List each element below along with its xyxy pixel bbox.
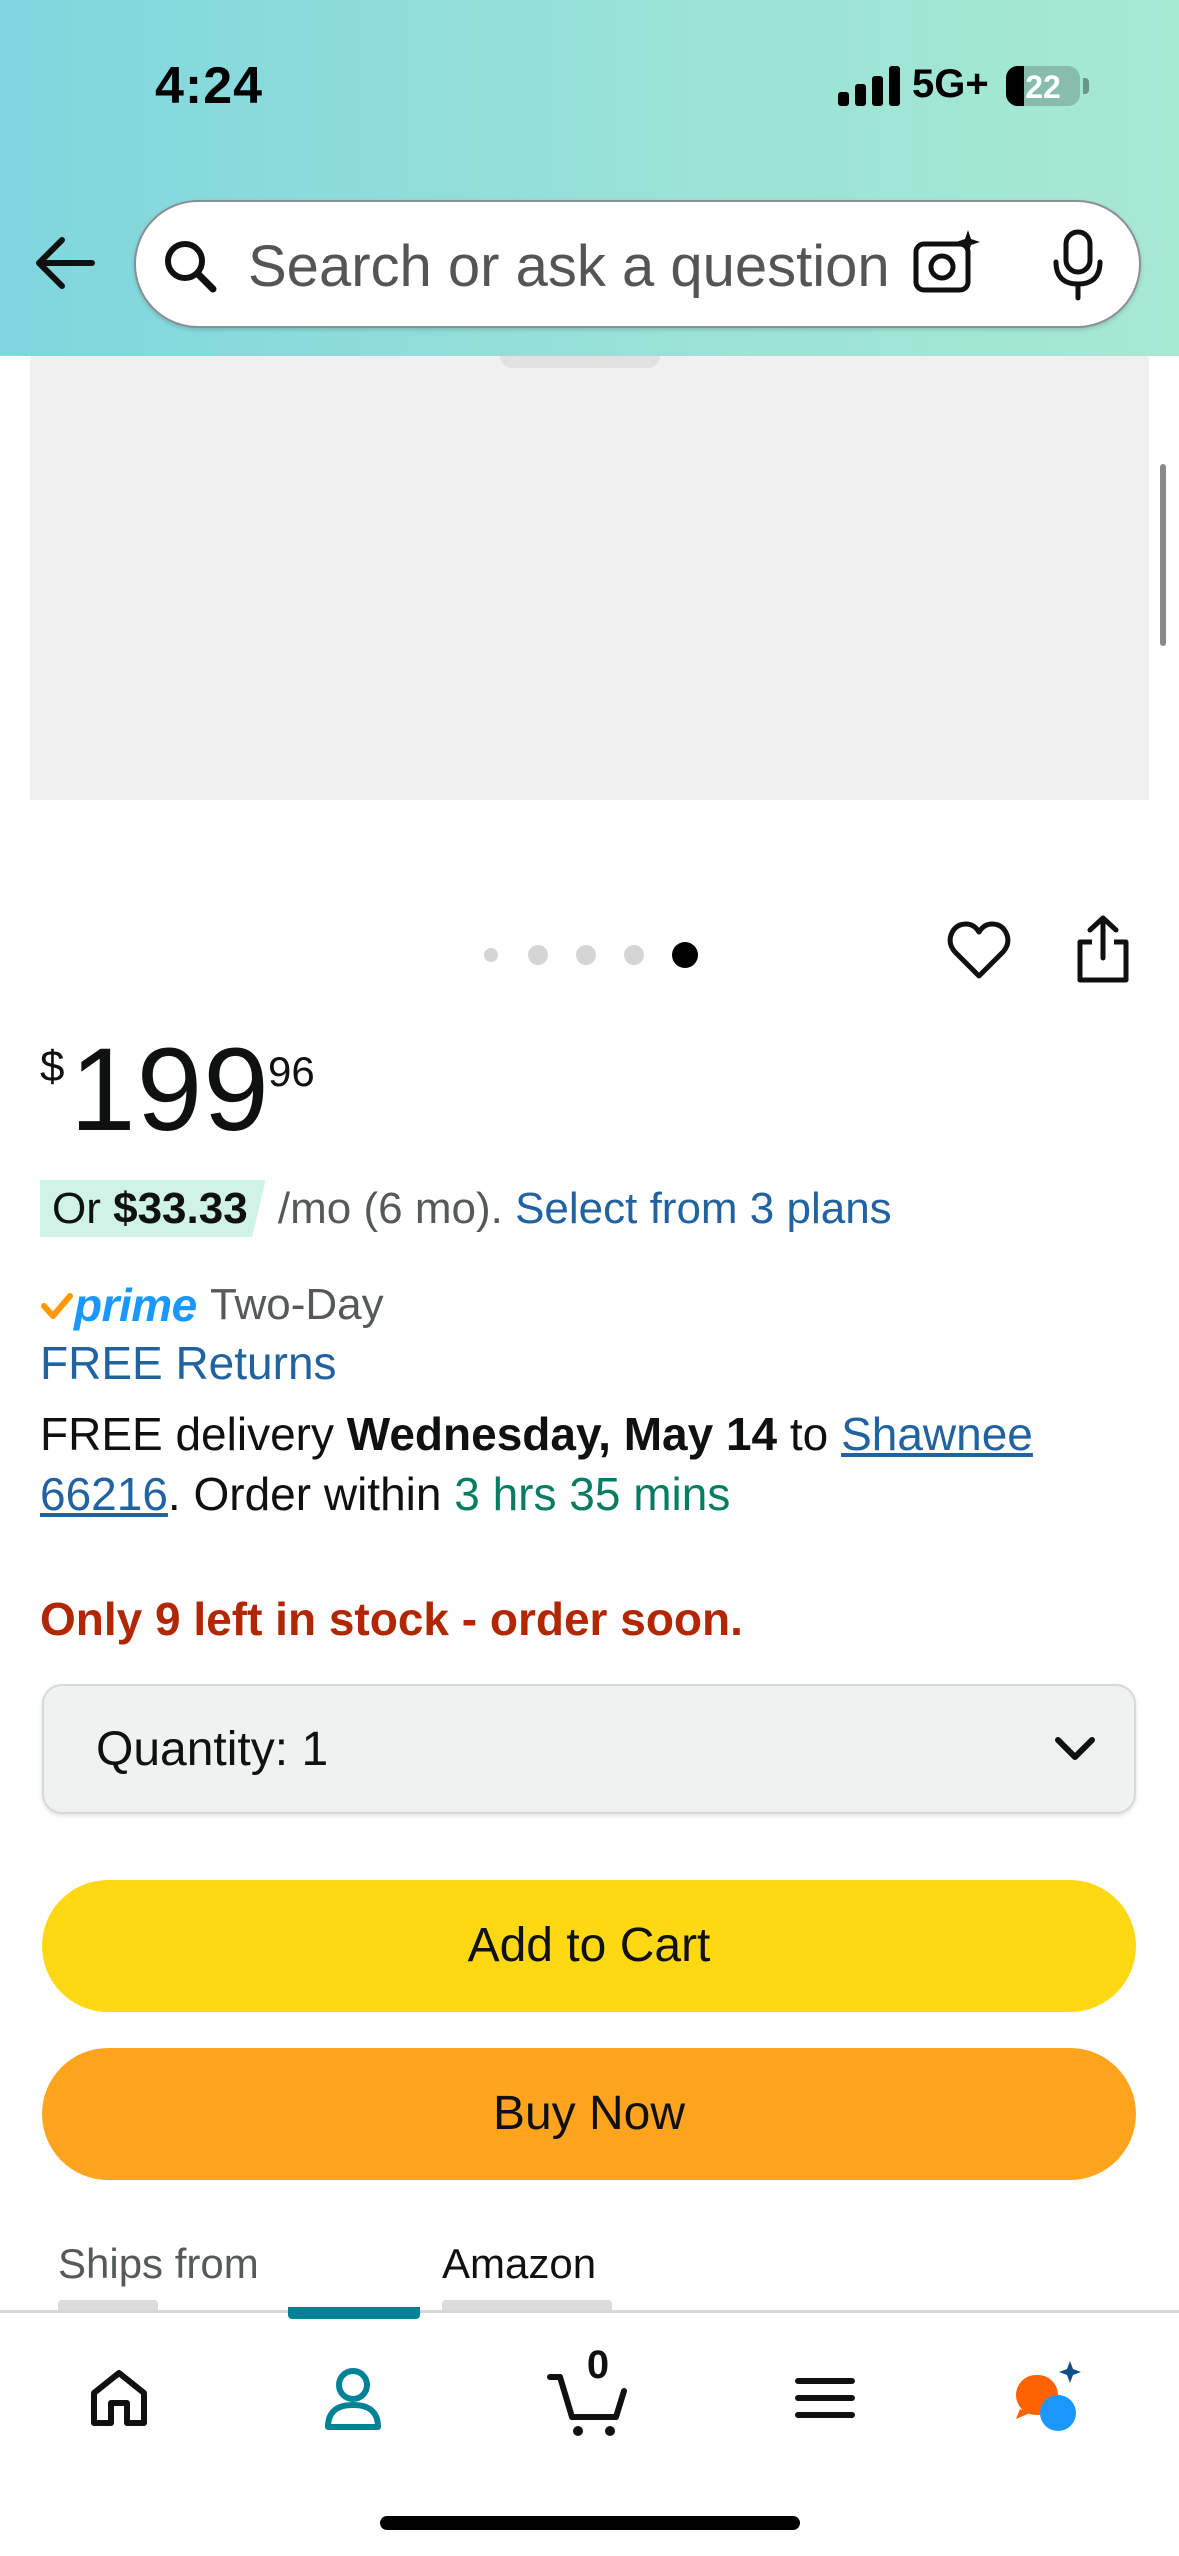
delivery-to: to [777,1408,842,1460]
top-header: 4:24 5G+ 22 [0,0,1179,356]
ships-from-value: Amazon [442,2240,597,2287]
order-countdown: 3 hrs 35 mins [454,1468,731,1520]
carousel-dot[interactable] [528,945,548,965]
battery-icon: 22 [1006,66,1080,106]
search-icon[interactable] [162,238,218,294]
share-icon[interactable] [1070,914,1136,986]
free-returns-link[interactable]: FREE Returns [40,1336,337,1390]
ships-from-label: Ships from [58,2240,259,2287]
carousel-dot[interactable] [624,945,644,965]
cellular-signal-icon [838,66,900,106]
installment-amount: $33.33 [113,1184,248,1233]
add-to-cart-button[interactable]: Add to Cart [42,1880,1136,2012]
carousel-dot[interactable] [576,945,596,965]
delivery-date: Wednesday, May 14 [346,1408,778,1460]
rufus-assistant-icon[interactable] [1010,2353,1100,2443]
home-icon[interactable] [74,2353,164,2443]
carousel-dot-active[interactable] [672,942,698,968]
quantity-value: 1 [301,1723,329,1776]
active-tab-indicator [288,2307,420,2319]
battery-nub [1083,78,1089,94]
back-arrow-icon[interactable] [32,230,98,296]
quantity-dropdown[interactable]: Quantity: 1 [42,1684,1136,1814]
installment-highlight: Or $33.33 [40,1180,266,1237]
prime-speed: Two-Day [210,1280,384,1329]
order-within-prefix: . Order within [167,1468,455,1520]
price-currency-symbol: $ [40,1042,65,1091]
search-bar[interactable] [134,200,1141,328]
installment-offer: Or $33.33 /mo (6 mo). Select from 3 plan… [40,1180,892,1237]
visual-search-camera-icon[interactable] [912,228,982,298]
quantity-label-group: Quantity: 1 [96,1722,328,1777]
quantity-label: Quantity: [96,1723,289,1776]
installment-prefix: Or [52,1184,114,1233]
heart-icon[interactable] [946,918,1012,984]
price-fraction: 96 [268,1048,315,1095]
cart-count: 0 [586,2343,610,2387]
select-plans-link[interactable]: Select from 3 plans [515,1184,892,1233]
buy-now-button[interactable]: Buy Now [42,2048,1136,2180]
product-image[interactable] [30,356,1149,800]
stock-warning: Only 9 left in stock - order soon. [40,1593,743,1645]
status-time: 4:24 [155,57,264,115]
prime-check-icon [41,1293,73,1319]
page-scrollbar[interactable] [1160,464,1166,646]
prime-label: prime [74,1279,197,1331]
price-whole: 199 [70,1024,270,1156]
delivery-info: FREE delivery Wednesday, May 14 to Shawn… [40,1404,1120,1524]
network-type: 5G+ [912,62,989,106]
battery-level: 22 [1025,69,1061,105]
microphone-icon[interactable] [1048,228,1108,302]
product-image-edge [500,356,660,368]
delivery-prefix: FREE delivery [40,1408,347,1460]
chevron-down-icon [1055,1737,1095,1760]
installment-terms: /mo (6 mo). [265,1184,516,1233]
menu-icon[interactable] [780,2353,870,2443]
carousel-dot[interactable] [484,948,498,962]
account-icon[interactable] [308,2353,398,2443]
home-indicator [380,2516,800,2530]
